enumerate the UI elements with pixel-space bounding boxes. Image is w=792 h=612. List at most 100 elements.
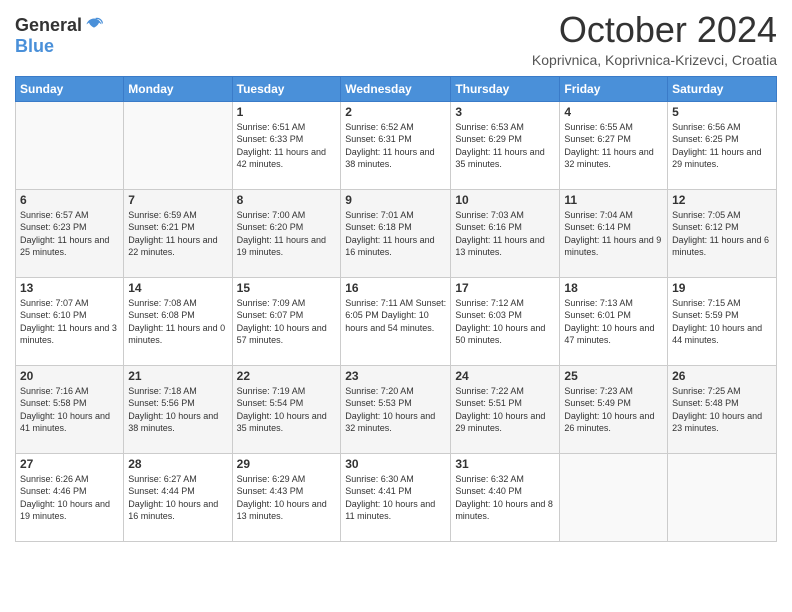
day-number: 9 <box>345 193 446 207</box>
calendar-cell: 8Sunrise: 7:00 AM Sunset: 6:20 PM Daylig… <box>232 189 341 277</box>
calendar-week-row: 27Sunrise: 6:26 AM Sunset: 4:46 PM Dayli… <box>16 453 777 541</box>
day-number: 3 <box>455 105 555 119</box>
day-info: Sunrise: 6:57 AM Sunset: 6:23 PM Dayligh… <box>20 209 119 259</box>
day-number: 24 <box>455 369 555 383</box>
day-info: Sunrise: 6:52 AM Sunset: 6:31 PM Dayligh… <box>345 121 446 171</box>
day-number: 16 <box>345 281 446 295</box>
day-info: Sunrise: 7:22 AM Sunset: 5:51 PM Dayligh… <box>455 385 555 435</box>
weekday-header-thursday: Thursday <box>451 76 560 101</box>
calendar-cell: 20Sunrise: 7:16 AM Sunset: 5:58 PM Dayli… <box>16 365 124 453</box>
day-info: Sunrise: 7:08 AM Sunset: 6:08 PM Dayligh… <box>128 297 227 347</box>
day-number: 6 <box>20 193 119 207</box>
calendar-cell: 13 Sunrise: 7:07 AM Sunset: 6:10 PM Dayli… <box>16 277 124 365</box>
calendar-cell: 25 Sunrise: 7:23 AM Sunset: 5:49 PM Dayli… <box>560 365 668 453</box>
day-number: 25 <box>564 369 663 383</box>
weekday-header-monday: Monday <box>124 76 232 101</box>
page: General Blue October 2024 Koprivnica, Ko… <box>0 0 792 612</box>
day-info: Sunrise: 6:27 AM Sunset: 4:44 PM Dayligh… <box>128 473 227 523</box>
calendar-week-row: 6 Sunrise: 6:57 AM Sunset: 6:23 PM Daylig… <box>16 189 777 277</box>
day-number: 29 <box>237 457 337 471</box>
calendar-cell: 19 Sunrise: 7:15 AM Sunset: 5:59 PM Dayli… <box>668 277 777 365</box>
calendar-cell: 17Sunrise: 7:12 AM Sunset: 6:03 PM Dayli… <box>451 277 560 365</box>
calendar-cell: 23 Sunrise: 7:20 AM Sunset: 5:53 PM Dayli… <box>341 365 451 453</box>
day-number: 17 <box>455 281 555 295</box>
logo-bird-icon <box>84 16 104 36</box>
day-info: Sunrise: 7:19 AM Sunset: 5:54 PM Dayligh… <box>237 385 337 435</box>
calendar-cell: 29 Sunrise: 6:29 AM Sunset: 4:43 PM Dayli… <box>232 453 341 541</box>
day-info: Sunrise: 7:13 AM Sunset: 6:01 PM Dayligh… <box>564 297 663 347</box>
day-info: Sunrise: 6:59 AM Sunset: 6:21 PM Dayligh… <box>128 209 227 259</box>
day-info: Sunrise: 6:32 AM Sunset: 4:40 PM Dayligh… <box>455 473 555 523</box>
day-number: 10 <box>455 193 555 207</box>
weekday-header-row: SundayMondayTuesdayWednesdayThursdayFrid… <box>16 76 777 101</box>
day-number: 30 <box>345 457 446 471</box>
calendar-week-row: 20Sunrise: 7:16 AM Sunset: 5:58 PM Dayli… <box>16 365 777 453</box>
day-info: Sunrise: 6:55 AM Sunset: 6:27 PM Dayligh… <box>564 121 663 171</box>
title-section: October 2024 Koprivnica, Koprivnica-Kriz… <box>532 10 777 68</box>
day-info: Sunrise: 7:20 AM Sunset: 5:53 PM Dayligh… <box>345 385 446 435</box>
month-title: October 2024 <box>532 10 777 50</box>
day-info: Sunrise: 7:16 AM Sunset: 5:58 PM Dayligh… <box>20 385 119 435</box>
weekday-header-sunday: Sunday <box>16 76 124 101</box>
calendar-cell: 21Sunrise: 7:18 AM Sunset: 5:56 PM Dayli… <box>124 365 232 453</box>
day-number: 2 <box>345 105 446 119</box>
calendar-cell: 22Sunrise: 7:19 AM Sunset: 5:54 PM Dayli… <box>232 365 341 453</box>
day-number: 13 <box>20 281 119 295</box>
calendar-cell <box>16 101 124 189</box>
day-info: Sunrise: 6:51 AM Sunset: 6:33 PM Dayligh… <box>237 121 337 171</box>
day-info: Sunrise: 7:09 AM Sunset: 6:07 PM Dayligh… <box>237 297 337 347</box>
calendar-cell: 14Sunrise: 7:08 AM Sunset: 6:08 PM Dayli… <box>124 277 232 365</box>
day-number: 12 <box>672 193 772 207</box>
day-info: Sunrise: 7:01 AM Sunset: 6:18 PM Dayligh… <box>345 209 446 259</box>
calendar-cell: 15 Sunrise: 7:09 AM Sunset: 6:07 PM Dayli… <box>232 277 341 365</box>
calendar-cell <box>124 101 232 189</box>
day-info: Sunrise: 7:23 AM Sunset: 5:49 PM Dayligh… <box>564 385 663 435</box>
calendar-cell: 2 Sunrise: 6:52 AM Sunset: 6:31 PM Daylig… <box>341 101 451 189</box>
calendar-cell: 31Sunrise: 6:32 AM Sunset: 4:40 PM Dayli… <box>451 453 560 541</box>
day-number: 15 <box>237 281 337 295</box>
calendar-cell: 6 Sunrise: 6:57 AM Sunset: 6:23 PM Daylig… <box>16 189 124 277</box>
calendar-cell: 7 Sunrise: 6:59 AM Sunset: 6:21 PM Daylig… <box>124 189 232 277</box>
calendar-cell <box>668 453 777 541</box>
day-number: 28 <box>128 457 227 471</box>
calendar-week-row: 1 Sunrise: 6:51 AM Sunset: 6:33 PM Daylig… <box>16 101 777 189</box>
weekday-header-saturday: Saturday <box>668 76 777 101</box>
calendar-cell: 1 Sunrise: 6:51 AM Sunset: 6:33 PM Daylig… <box>232 101 341 189</box>
weekday-header-friday: Friday <box>560 76 668 101</box>
day-info: Sunrise: 7:11 AM Sunset: 6:05 PM Dayligh… <box>345 297 446 335</box>
day-info: Sunrise: 7:05 AM Sunset: 6:12 PM Dayligh… <box>672 209 772 259</box>
logo-blue-text: Blue <box>15 36 54 57</box>
day-info: Sunrise: 7:07 AM Sunset: 6:10 PM Dayligh… <box>20 297 119 347</box>
calendar-cell: 27Sunrise: 6:26 AM Sunset: 4:46 PM Dayli… <box>16 453 124 541</box>
calendar-cell: 4Sunrise: 6:55 AM Sunset: 6:27 PM Daylig… <box>560 101 668 189</box>
logo: General Blue <box>15 15 104 57</box>
calendar-cell: 18Sunrise: 7:13 AM Sunset: 6:01 PM Dayli… <box>560 277 668 365</box>
calendar-cell: 28 Sunrise: 6:27 AM Sunset: 4:44 PM Dayli… <box>124 453 232 541</box>
day-info: Sunrise: 7:15 AM Sunset: 5:59 PM Dayligh… <box>672 297 772 347</box>
day-number: 8 <box>237 193 337 207</box>
calendar-cell: 5 Sunrise: 6:56 AM Sunset: 6:25 PM Daylig… <box>668 101 777 189</box>
calendar-cell: 11Sunrise: 7:04 AM Sunset: 6:14 PM Dayli… <box>560 189 668 277</box>
day-number: 5 <box>672 105 772 119</box>
day-info: Sunrise: 7:03 AM Sunset: 6:16 PM Dayligh… <box>455 209 555 259</box>
day-number: 26 <box>672 369 772 383</box>
logo-general-text: General <box>15 15 82 36</box>
calendar-cell: 12 Sunrise: 7:05 AM Sunset: 6:12 PM Dayli… <box>668 189 777 277</box>
calendar-cell: 16 Sunrise: 7:11 AM Sunset: 6:05 PM Dayli… <box>341 277 451 365</box>
calendar-cell: 9 Sunrise: 7:01 AM Sunset: 6:18 PM Daylig… <box>341 189 451 277</box>
weekday-header-wednesday: Wednesday <box>341 76 451 101</box>
location: Koprivnica, Koprivnica-Krizevci, Croatia <box>532 52 777 68</box>
calendar-cell: 10 Sunrise: 7:03 AM Sunset: 6:16 PM Dayli… <box>451 189 560 277</box>
day-number: 27 <box>20 457 119 471</box>
day-number: 19 <box>672 281 772 295</box>
day-number: 1 <box>237 105 337 119</box>
day-info: Sunrise: 6:29 AM Sunset: 4:43 PM Dayligh… <box>237 473 337 523</box>
day-info: Sunrise: 7:18 AM Sunset: 5:56 PM Dayligh… <box>128 385 227 435</box>
day-info: Sunrise: 7:04 AM Sunset: 6:14 PM Dayligh… <box>564 209 663 259</box>
calendar-cell <box>560 453 668 541</box>
day-info: Sunrise: 6:56 AM Sunset: 6:25 PM Dayligh… <box>672 121 772 171</box>
day-number: 23 <box>345 369 446 383</box>
day-info: Sunrise: 7:25 AM Sunset: 5:48 PM Dayligh… <box>672 385 772 435</box>
calendar-cell: 24 Sunrise: 7:22 AM Sunset: 5:51 PM Dayli… <box>451 365 560 453</box>
day-number: 7 <box>128 193 227 207</box>
